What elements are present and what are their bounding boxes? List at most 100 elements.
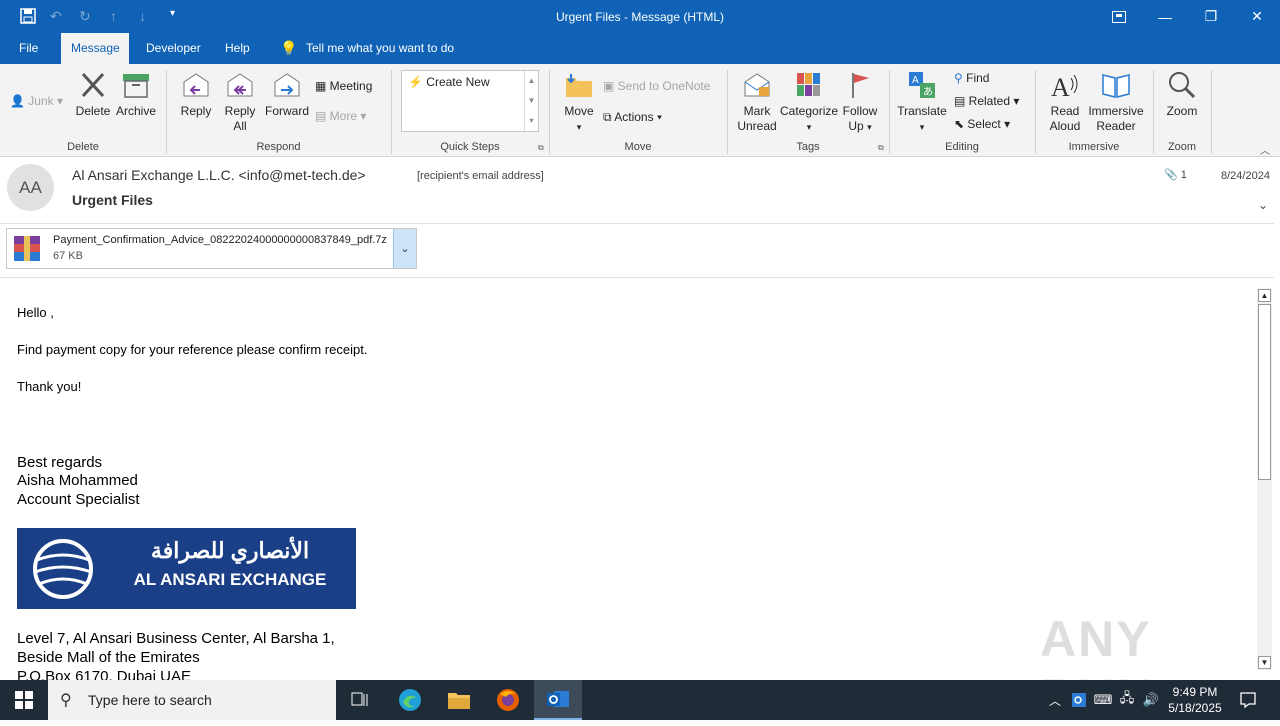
group-zoom-label: Zoom	[1167, 141, 1197, 153]
junk-icon: 👤	[10, 94, 29, 108]
scroll-up-icon[interactable]: ▲	[1258, 289, 1271, 302]
body-greeting: Hello ,	[17, 305, 54, 320]
outlook-tray-icon[interactable]	[1068, 680, 1090, 720]
reply-button[interactable]: Reply	[175, 70, 217, 119]
immersive-reader-button[interactable]: Immersive Reader	[1088, 70, 1144, 134]
related-button[interactable]: ▤ Related ▾	[954, 94, 1019, 108]
junk-button[interactable]: 👤 Junk ▾	[10, 94, 63, 108]
sender[interactable]: Al Ansari Exchange L.L.C. <info@met-tech…	[72, 167, 366, 183]
tab-help[interactable]: Help	[215, 33, 260, 64]
clock[interactable]: 9:49 PM 5/18/2025	[1164, 684, 1226, 716]
reply-all-icon	[227, 73, 253, 97]
mark-unread-button[interactable]: Mark Unread	[734, 70, 780, 134]
group-tags-label: Tags	[796, 141, 820, 153]
address-line: Level 7, Al Ansari Business Center, Al B…	[17, 630, 335, 647]
follow-up-button[interactable]: Follow Up ▾	[840, 70, 880, 135]
ribbon-display-icon[interactable]	[1096, 0, 1142, 33]
tab-file[interactable]: File	[9, 33, 48, 64]
paperclip-icon: 📎	[1164, 169, 1181, 181]
expand-header-icon[interactable]: ⌄	[1258, 198, 1268, 212]
reply-icon	[183, 73, 209, 97]
translate-button[interactable]: Aあ Translate ▾	[896, 70, 948, 135]
ethernet-icon[interactable]: 🖧	[1116, 680, 1138, 720]
separator	[1211, 70, 1212, 154]
group-respond-label: Respond	[256, 141, 301, 153]
more-icon: ▤	[315, 109, 330, 123]
notification-icon[interactable]	[1234, 680, 1262, 720]
group-immersive-label: Immersive	[1068, 141, 1120, 153]
volume-icon[interactable]: 🔊	[1140, 680, 1162, 720]
attachment-name: Payment_Confirmation_Advice_082220240000…	[53, 234, 387, 246]
read-aloud-button[interactable]: A Read Aloud	[1044, 70, 1086, 134]
categorize-button[interactable]: Categorize ▾	[780, 70, 838, 135]
window-title: Urgent Files - Message (HTML)	[555, 10, 725, 24]
reply-all-button[interactable]: Reply All	[219, 70, 261, 134]
network-status-icon[interactable]: ⌨	[1092, 680, 1114, 720]
archive-button[interactable]: Archive	[114, 70, 158, 119]
outlook-taskbar-icon[interactable]	[534, 680, 582, 720]
cursor-icon: ⬉	[954, 117, 968, 131]
tell-me-search[interactable]: Tell me what you want to do	[296, 33, 464, 64]
svg-text:A: A	[912, 75, 919, 86]
address-line: Beside Mall of the Emirates	[17, 649, 200, 666]
close-button[interactable]: ✕	[1234, 0, 1280, 33]
delete-button[interactable]: Delete	[72, 70, 114, 119]
logo-arabic-text: الأنصاري للصرافة	[150, 538, 310, 563]
ribbon-tabs: File Message Developer Help 💡 Tell me wh…	[0, 33, 1280, 64]
lightbulb-icon: 💡	[280, 40, 298, 56]
title-bar: ↶ ↻ ↑ ↓ ▾ Urgent Files - Message (HTML) …	[0, 0, 1280, 33]
more-respond-button[interactable]: ▤ More ▾	[315, 109, 366, 123]
task-view-icon[interactable]	[340, 680, 380, 720]
windows-icon	[15, 691, 33, 709]
tab-developer[interactable]: Developer	[136, 33, 211, 64]
signature-regards: Best regards	[17, 454, 103, 471]
search-icon: ⚲	[60, 692, 72, 709]
meeting-button[interactable]: ▦ Meeting	[315, 79, 372, 93]
tab-message[interactable]: Message	[61, 33, 129, 64]
show-hidden-icons[interactable]: ︿	[1044, 680, 1066, 720]
attachment-card[interactable]: Payment_Confirmation_Advice_082220240000…	[6, 228, 417, 269]
find-button[interactable]: ⚲ Find	[954, 71, 989, 85]
zoom-button[interactable]: Zoom	[1160, 70, 1204, 119]
quick-step-create-new[interactable]: ⚡ Create New	[408, 75, 490, 89]
ribbon: 👤 Junk ▾ Delete Archive Delete Reply Rep…	[0, 64, 1280, 157]
divider	[0, 223, 1274, 224]
company-logo: الأنصاري للصرافة AL ANSARI EXCHANGE	[17, 528, 356, 609]
gallery-scroll[interactable]: ▲ ▼ ▾	[524, 71, 538, 131]
group-editing-label: Editing	[945, 141, 979, 153]
forward-button[interactable]: Forward	[263, 70, 311, 119]
folder-move-icon	[566, 74, 592, 97]
send-to-onenote-button[interactable]: ▣ Send to OneNote	[603, 79, 710, 93]
calendar-icon: ▦	[315, 79, 330, 93]
group-delete-label: Delete	[67, 141, 99, 153]
taskbar-search[interactable]: ⚲ Type here to search	[48, 680, 336, 720]
restore-button[interactable]: ❐	[1188, 0, 1234, 33]
edge-icon[interactable]	[390, 680, 430, 720]
signature-name: Aisha Mohammed	[17, 472, 138, 489]
move-button[interactable]: Move ▾	[558, 70, 600, 135]
globe-icon	[33, 539, 93, 599]
recipient[interactable]: [recipient's email address]	[417, 170, 544, 182]
select-button[interactable]: ⬉ Select ▾	[954, 117, 1010, 131]
chevron-down-icon: ⌄	[400, 243, 410, 255]
start-button[interactable]	[0, 680, 48, 720]
dialog-launcher-icon[interactable]: ⧉	[538, 143, 544, 153]
firefox-icon[interactable]	[488, 680, 528, 720]
dialog-launcher-icon[interactable]: ⧉	[878, 143, 884, 153]
subject: Urgent Files	[72, 192, 153, 208]
file-explorer-icon[interactable]	[439, 680, 479, 720]
flag-icon	[852, 73, 869, 98]
actions-button[interactable]: ⧉ Actions ▾	[603, 110, 662, 125]
find-icon: ⚲	[954, 71, 967, 85]
clock-date: 5/18/2025	[1168, 701, 1222, 715]
group-quick-steps-label: Quick Steps	[440, 141, 500, 153]
forward-icon	[274, 73, 300, 97]
lightning-icon: ⚡	[408, 75, 427, 89]
attachment-dropdown-button[interactable]: ⌄	[393, 229, 416, 268]
svg-text:あ: あ	[923, 86, 933, 98]
quick-steps-gallery[interactable]: ⚡ Create New ▲ ▼ ▾	[401, 70, 539, 132]
collapse-ribbon-icon[interactable]: ︿	[1260, 142, 1270, 157]
minimize-button[interactable]: —	[1142, 0, 1188, 33]
scroll-thumb[interactable]	[1258, 304, 1271, 480]
address-line: P.O.Box 6170, Dubai UAE	[17, 668, 191, 680]
